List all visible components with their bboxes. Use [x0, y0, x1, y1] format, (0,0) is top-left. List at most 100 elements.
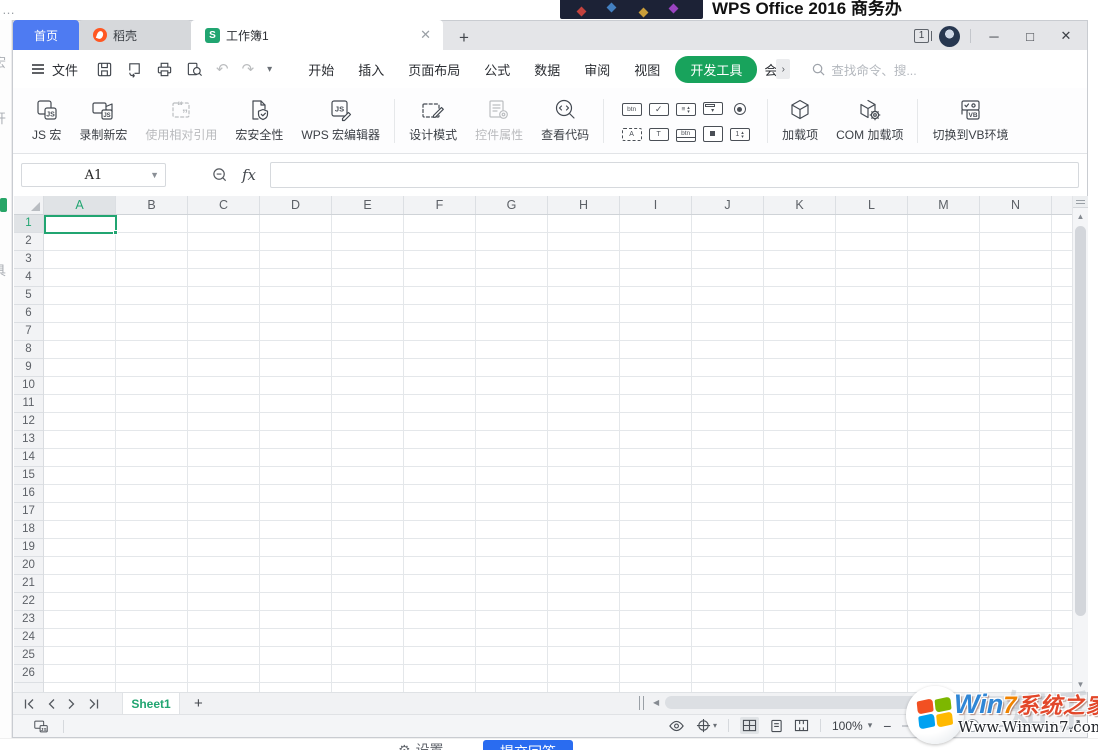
settings-link[interactable]: ⚙ 设置: [398, 740, 444, 750]
row-header-7[interactable]: 7: [14, 323, 43, 341]
undo-icon[interactable]: ↶: [216, 60, 229, 78]
row-header-16[interactable]: 16: [14, 485, 43, 503]
row-header-15[interactable]: 15: [14, 467, 43, 485]
column-header-H[interactable]: H: [548, 196, 620, 214]
column-header-E[interactable]: E: [332, 196, 404, 214]
view-mode-dropdown[interactable]: ▾: [696, 718, 717, 733]
ribbon-button-record-macro[interactable]: JS录制新宏: [70, 94, 136, 147]
close-document-icon[interactable]: ✕: [420, 27, 431, 43]
print-icon[interactable]: [156, 61, 173, 78]
column-header-K[interactable]: K: [764, 196, 836, 214]
quick-access-dropdown-icon[interactable]: ▾: [267, 64, 272, 75]
row-header-12[interactable]: 12: [14, 413, 43, 431]
row-header-17[interactable]: 17: [14, 503, 43, 521]
eye-protection-icon[interactable]: [668, 719, 685, 733]
ribbon-button-com-addins[interactable]: COM 加载项: [827, 94, 912, 147]
control-spin-button-icon[interactable]: 1▴▾: [730, 125, 750, 141]
column-header-I[interactable]: I: [620, 196, 692, 214]
collapse-formula-icon[interactable]: [212, 167, 228, 183]
row-header-5[interactable]: 5: [14, 287, 43, 305]
row-header-22[interactable]: 22: [14, 593, 43, 611]
ribbon-button-macro-security[interactable]: 宏安全性: [226, 94, 292, 147]
scroll-down-icon[interactable]: ▼: [1073, 680, 1088, 689]
control-spin-combo-icon[interactable]: ≡▴▾: [676, 100, 696, 116]
prev-sheet-icon[interactable]: [46, 698, 56, 710]
ribbon-tab-1[interactable]: 开始: [296, 56, 346, 83]
row-header-4[interactable]: 4: [14, 269, 43, 287]
ribbon-tab-4[interactable]: 公式: [472, 56, 522, 83]
document-tab[interactable]: S 工作簿1 ✕: [191, 20, 443, 50]
close-window-button[interactable]: ✕: [1053, 21, 1079, 51]
row-header-21[interactable]: 21: [14, 575, 43, 593]
sheet-tab-sheet1[interactable]: Sheet1: [122, 693, 180, 715]
maximize-button[interactable]: □: [1017, 21, 1043, 51]
selected-cell-a1[interactable]: [44, 215, 117, 234]
ribbon-button-wps-macro-editor[interactable]: JSWPS 宏编辑器: [292, 94, 389, 147]
ribbon-button-addins[interactable]: 加载项: [773, 94, 827, 147]
ribbon-tab-7[interactable]: 视图: [622, 56, 672, 83]
ribbon-tab-8[interactable]: 开发工具: [675, 56, 757, 83]
name-box[interactable]: A1 ▼: [21, 163, 166, 187]
column-header-L[interactable]: L: [836, 196, 908, 214]
avatar[interactable]: [939, 26, 960, 47]
row-header-8[interactable]: 8: [14, 341, 43, 359]
control-text-box-icon[interactable]: T: [649, 125, 669, 141]
page-break-view-icon[interactable]: [794, 719, 809, 732]
file-menu-button[interactable]: 文件: [31, 60, 78, 79]
control-toggle-button-icon[interactable]: btn: [676, 124, 696, 142]
column-header-G[interactable]: G: [476, 196, 548, 214]
column-header-F[interactable]: F: [404, 196, 476, 214]
name-box-dropdown-icon[interactable]: ▼: [150, 170, 159, 180]
export-icon[interactable]: [126, 61, 143, 78]
column-header-A[interactable]: A: [44, 196, 116, 214]
row-header-23[interactable]: 23: [14, 611, 43, 629]
column-header-partial[interactable]: [1052, 196, 1072, 214]
command-search[interactable]: 查找命令、搜...: [812, 60, 924, 79]
row-header-11[interactable]: 11: [14, 395, 43, 413]
control-label-icon[interactable]: A: [622, 125, 642, 141]
scroll-up-icon[interactable]: ▲: [1073, 212, 1088, 221]
insert-function-fx-icon[interactable]: fx: [242, 166, 256, 184]
vertical-scroll-thumb[interactable]: [1075, 226, 1086, 616]
row-header-1[interactable]: 1: [14, 215, 43, 233]
ribbon-tabs-overflow-button[interactable]: ›: [776, 59, 790, 79]
column-header-D[interactable]: D: [260, 196, 332, 214]
zoom-level[interactable]: 100%: [832, 719, 863, 733]
redo-icon[interactable]: ↷: [242, 60, 255, 78]
row-header-13[interactable]: 13: [14, 431, 43, 449]
page-layout-view-icon[interactable]: [770, 719, 783, 733]
column-header-N[interactable]: N: [980, 196, 1052, 214]
last-sheet-icon[interactable]: [88, 698, 100, 710]
row-header-26[interactable]: 26: [14, 665, 43, 683]
ribbon-button-switch-vb[interactable]: VB切换到VB环境: [923, 94, 1017, 147]
cells-canvas[interactable]: [44, 215, 1072, 692]
zoom-slider[interactable]: [902, 725, 1042, 727]
formula-input[interactable]: [270, 162, 1079, 188]
ribbon-button-view-code[interactable]: 查看代码: [532, 94, 598, 147]
row-header-18[interactable]: 18: [14, 521, 43, 539]
zoom-in-button[interactable]: +: [1049, 718, 1057, 733]
normal-view-icon[interactable]: [740, 717, 759, 734]
ribbon-button-js-macro[interactable]: JSJS 宏: [23, 94, 70, 147]
add-sheet-button[interactable]: +: [194, 695, 203, 712]
fill-handle[interactable]: [113, 230, 118, 235]
save-icon[interactable]: [96, 61, 113, 78]
ribbon-tab-2[interactable]: 插入: [346, 56, 396, 83]
zoom-dropdown-icon[interactable]: ▾: [868, 720, 873, 731]
column-header-J[interactable]: J: [692, 196, 764, 214]
control-combo-box-icon[interactable]: ▾: [703, 101, 723, 115]
ribbon-tab-6[interactable]: 审阅: [572, 56, 622, 83]
horizontal-scroll-thumb[interactable]: [665, 696, 1059, 709]
macro-status-icon[interactable]: JS: [33, 719, 49, 734]
zoom-slider-knob[interactable]: [966, 719, 979, 732]
control-button-icon[interactable]: btn: [622, 100, 642, 116]
control-option-button-icon[interactable]: [734, 101, 746, 116]
select-all-corner[interactable]: [14, 196, 44, 215]
row-header-14[interactable]: 14: [14, 449, 43, 467]
ribbon-tab-9[interactable]: 会: [760, 56, 776, 83]
row-header-3[interactable]: 3: [14, 251, 43, 269]
row-header-2[interactable]: 2: [14, 233, 43, 251]
column-header-M[interactable]: M: [908, 196, 980, 214]
ribbon-tab-3[interactable]: 页面布局: [396, 56, 472, 83]
row-header-20[interactable]: 20: [14, 557, 43, 575]
